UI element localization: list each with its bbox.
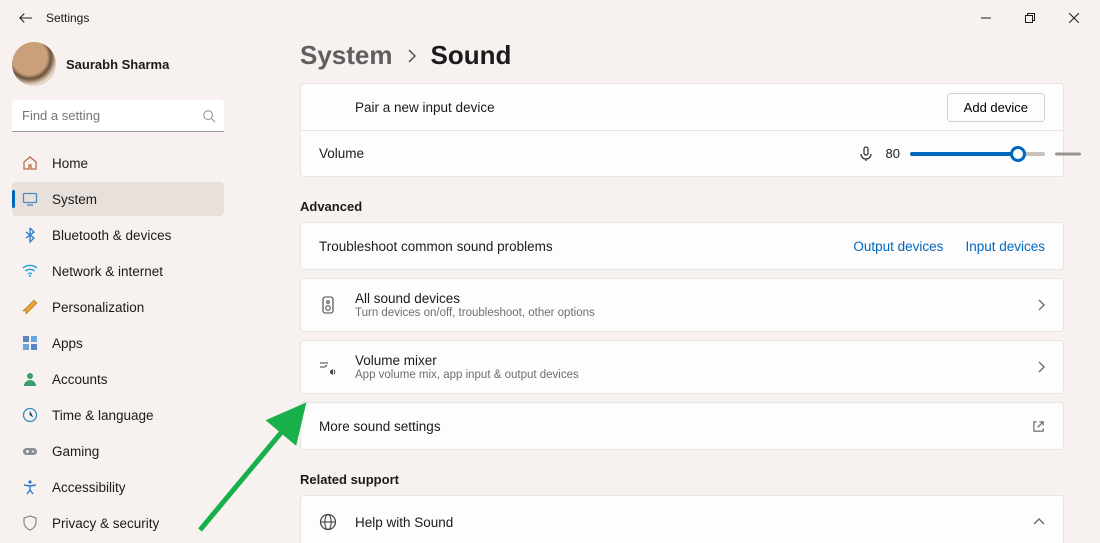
pair-input-label: Pair a new input device bbox=[355, 100, 495, 115]
sidebar-item-gaming[interactable]: Gaming bbox=[12, 434, 224, 468]
arrow-left-icon bbox=[19, 11, 33, 25]
sidebar-item-accounts[interactable]: Accounts bbox=[12, 362, 224, 396]
sidebar-item-label: System bbox=[52, 192, 97, 207]
app-title: Settings bbox=[46, 11, 89, 25]
all-sound-devices-sub: Turn devices on/off, troubleshoot, other… bbox=[355, 307, 595, 319]
sidebar-item-personalization[interactable]: Personalization bbox=[12, 290, 224, 324]
chevron-right-icon bbox=[1037, 299, 1045, 311]
avatar bbox=[12, 42, 56, 86]
close-button[interactable] bbox=[1052, 2, 1096, 34]
all-sound-devices-title: All sound devices bbox=[355, 291, 595, 306]
help-with-sound-row[interactable]: Help with Sound bbox=[301, 496, 1063, 543]
add-device-button[interactable]: Add device bbox=[947, 93, 1045, 122]
chevron-right-icon bbox=[407, 49, 417, 63]
troubleshoot-row: Troubleshoot common sound problems Outpu… bbox=[301, 223, 1063, 269]
wifi-icon bbox=[22, 263, 38, 279]
speaker-list-icon bbox=[319, 296, 337, 314]
sidebar-item-home[interactable]: Home bbox=[12, 146, 224, 180]
profile-block[interactable]: Saurabh Sharma bbox=[12, 36, 224, 96]
chevron-right-icon bbox=[1037, 361, 1045, 373]
sidebar-item-bluetooth[interactable]: Bluetooth & devices bbox=[12, 218, 224, 252]
more-sound-settings-title: More sound settings bbox=[319, 419, 441, 434]
sidebar-item-privacy[interactable]: Privacy & security bbox=[12, 506, 224, 540]
sidebar-item-label: Home bbox=[52, 156, 88, 171]
chevron-up-icon bbox=[1033, 518, 1045, 526]
bluetooth-icon bbox=[22, 227, 38, 243]
volume-slider-thumb[interactable] bbox=[1010, 146, 1026, 162]
sidebar-item-accessibility[interactable]: Accessibility bbox=[12, 470, 224, 504]
gamepad-icon bbox=[22, 443, 38, 459]
sidebar-item-label: Bluetooth & devices bbox=[52, 228, 171, 243]
minimize-icon bbox=[981, 13, 991, 23]
sidebar-item-label: Time & language bbox=[52, 408, 154, 423]
input-devices-link[interactable]: Input devices bbox=[965, 239, 1045, 254]
home-icon bbox=[22, 155, 38, 171]
volume-mixer-row[interactable]: Volume mixer App volume mix, app input &… bbox=[301, 341, 1063, 393]
sidebar-item-label: Accessibility bbox=[52, 480, 126, 495]
sidebar-item-label: Accounts bbox=[52, 372, 108, 387]
section-related: Related support bbox=[300, 472, 1064, 487]
section-advanced: Advanced bbox=[300, 199, 1064, 214]
volume-slider[interactable] bbox=[910, 152, 1045, 156]
troubleshoot-label: Troubleshoot common sound problems bbox=[319, 239, 553, 254]
volume-value: 80 bbox=[886, 146, 900, 161]
maximize-button[interactable] bbox=[1008, 2, 1052, 34]
pair-input-row: Pair a new input device Add device bbox=[301, 84, 1063, 130]
mixer-icon bbox=[319, 359, 337, 375]
sidebar-item-apps[interactable]: Apps bbox=[12, 326, 224, 360]
more-sound-settings-row[interactable]: More sound settings bbox=[301, 403, 1063, 449]
close-icon bbox=[1069, 13, 1079, 23]
person-icon bbox=[22, 371, 38, 387]
all-sound-devices-row[interactable]: All sound devices Turn devices on/off, t… bbox=[301, 279, 1063, 331]
volume-row: Volume 80 bbox=[301, 130, 1063, 176]
shield-icon bbox=[22, 515, 38, 531]
search-icon bbox=[202, 109, 216, 123]
microphone-icon[interactable] bbox=[858, 146, 874, 162]
globe-clock-icon bbox=[22, 407, 38, 423]
sidebar-item-time-language[interactable]: Time & language bbox=[12, 398, 224, 432]
volume-slider-fill bbox=[910, 152, 1018, 156]
paintbrush-icon bbox=[22, 299, 38, 315]
system-icon bbox=[22, 191, 38, 207]
sidebar-item-network[interactable]: Network & internet bbox=[12, 254, 224, 288]
breadcrumb-current: Sound bbox=[431, 40, 512, 71]
volume-label: Volume bbox=[319, 146, 364, 161]
back-button[interactable] bbox=[10, 2, 42, 34]
accessibility-icon bbox=[22, 479, 38, 495]
apps-icon bbox=[22, 335, 38, 351]
breadcrumb: System Sound bbox=[300, 40, 1064, 71]
sidebar-item-label: Apps bbox=[52, 336, 83, 351]
volume-mixer-sub: App volume mix, app input & output devic… bbox=[355, 369, 579, 381]
breadcrumb-parent[interactable]: System bbox=[300, 40, 393, 71]
search-input[interactable] bbox=[12, 100, 224, 132]
sidebar-item-label: Gaming bbox=[52, 444, 99, 459]
open-external-icon bbox=[1032, 420, 1045, 433]
minimize-button[interactable] bbox=[964, 2, 1008, 34]
search-container bbox=[12, 100, 224, 132]
user-name: Saurabh Sharma bbox=[66, 57, 169, 72]
volume-mixer-title: Volume mixer bbox=[355, 353, 579, 368]
help-globe-icon bbox=[319, 513, 337, 531]
output-devices-link[interactable]: Output devices bbox=[853, 239, 943, 254]
sidebar-item-system[interactable]: System bbox=[12, 182, 224, 216]
sidebar-item-label: Privacy & security bbox=[52, 516, 159, 531]
help-with-sound-title: Help with Sound bbox=[355, 515, 453, 530]
maximize-icon bbox=[1025, 13, 1035, 23]
sidebar-item-label: Network & internet bbox=[52, 264, 163, 279]
sidebar-item-label: Personalization bbox=[52, 300, 144, 315]
